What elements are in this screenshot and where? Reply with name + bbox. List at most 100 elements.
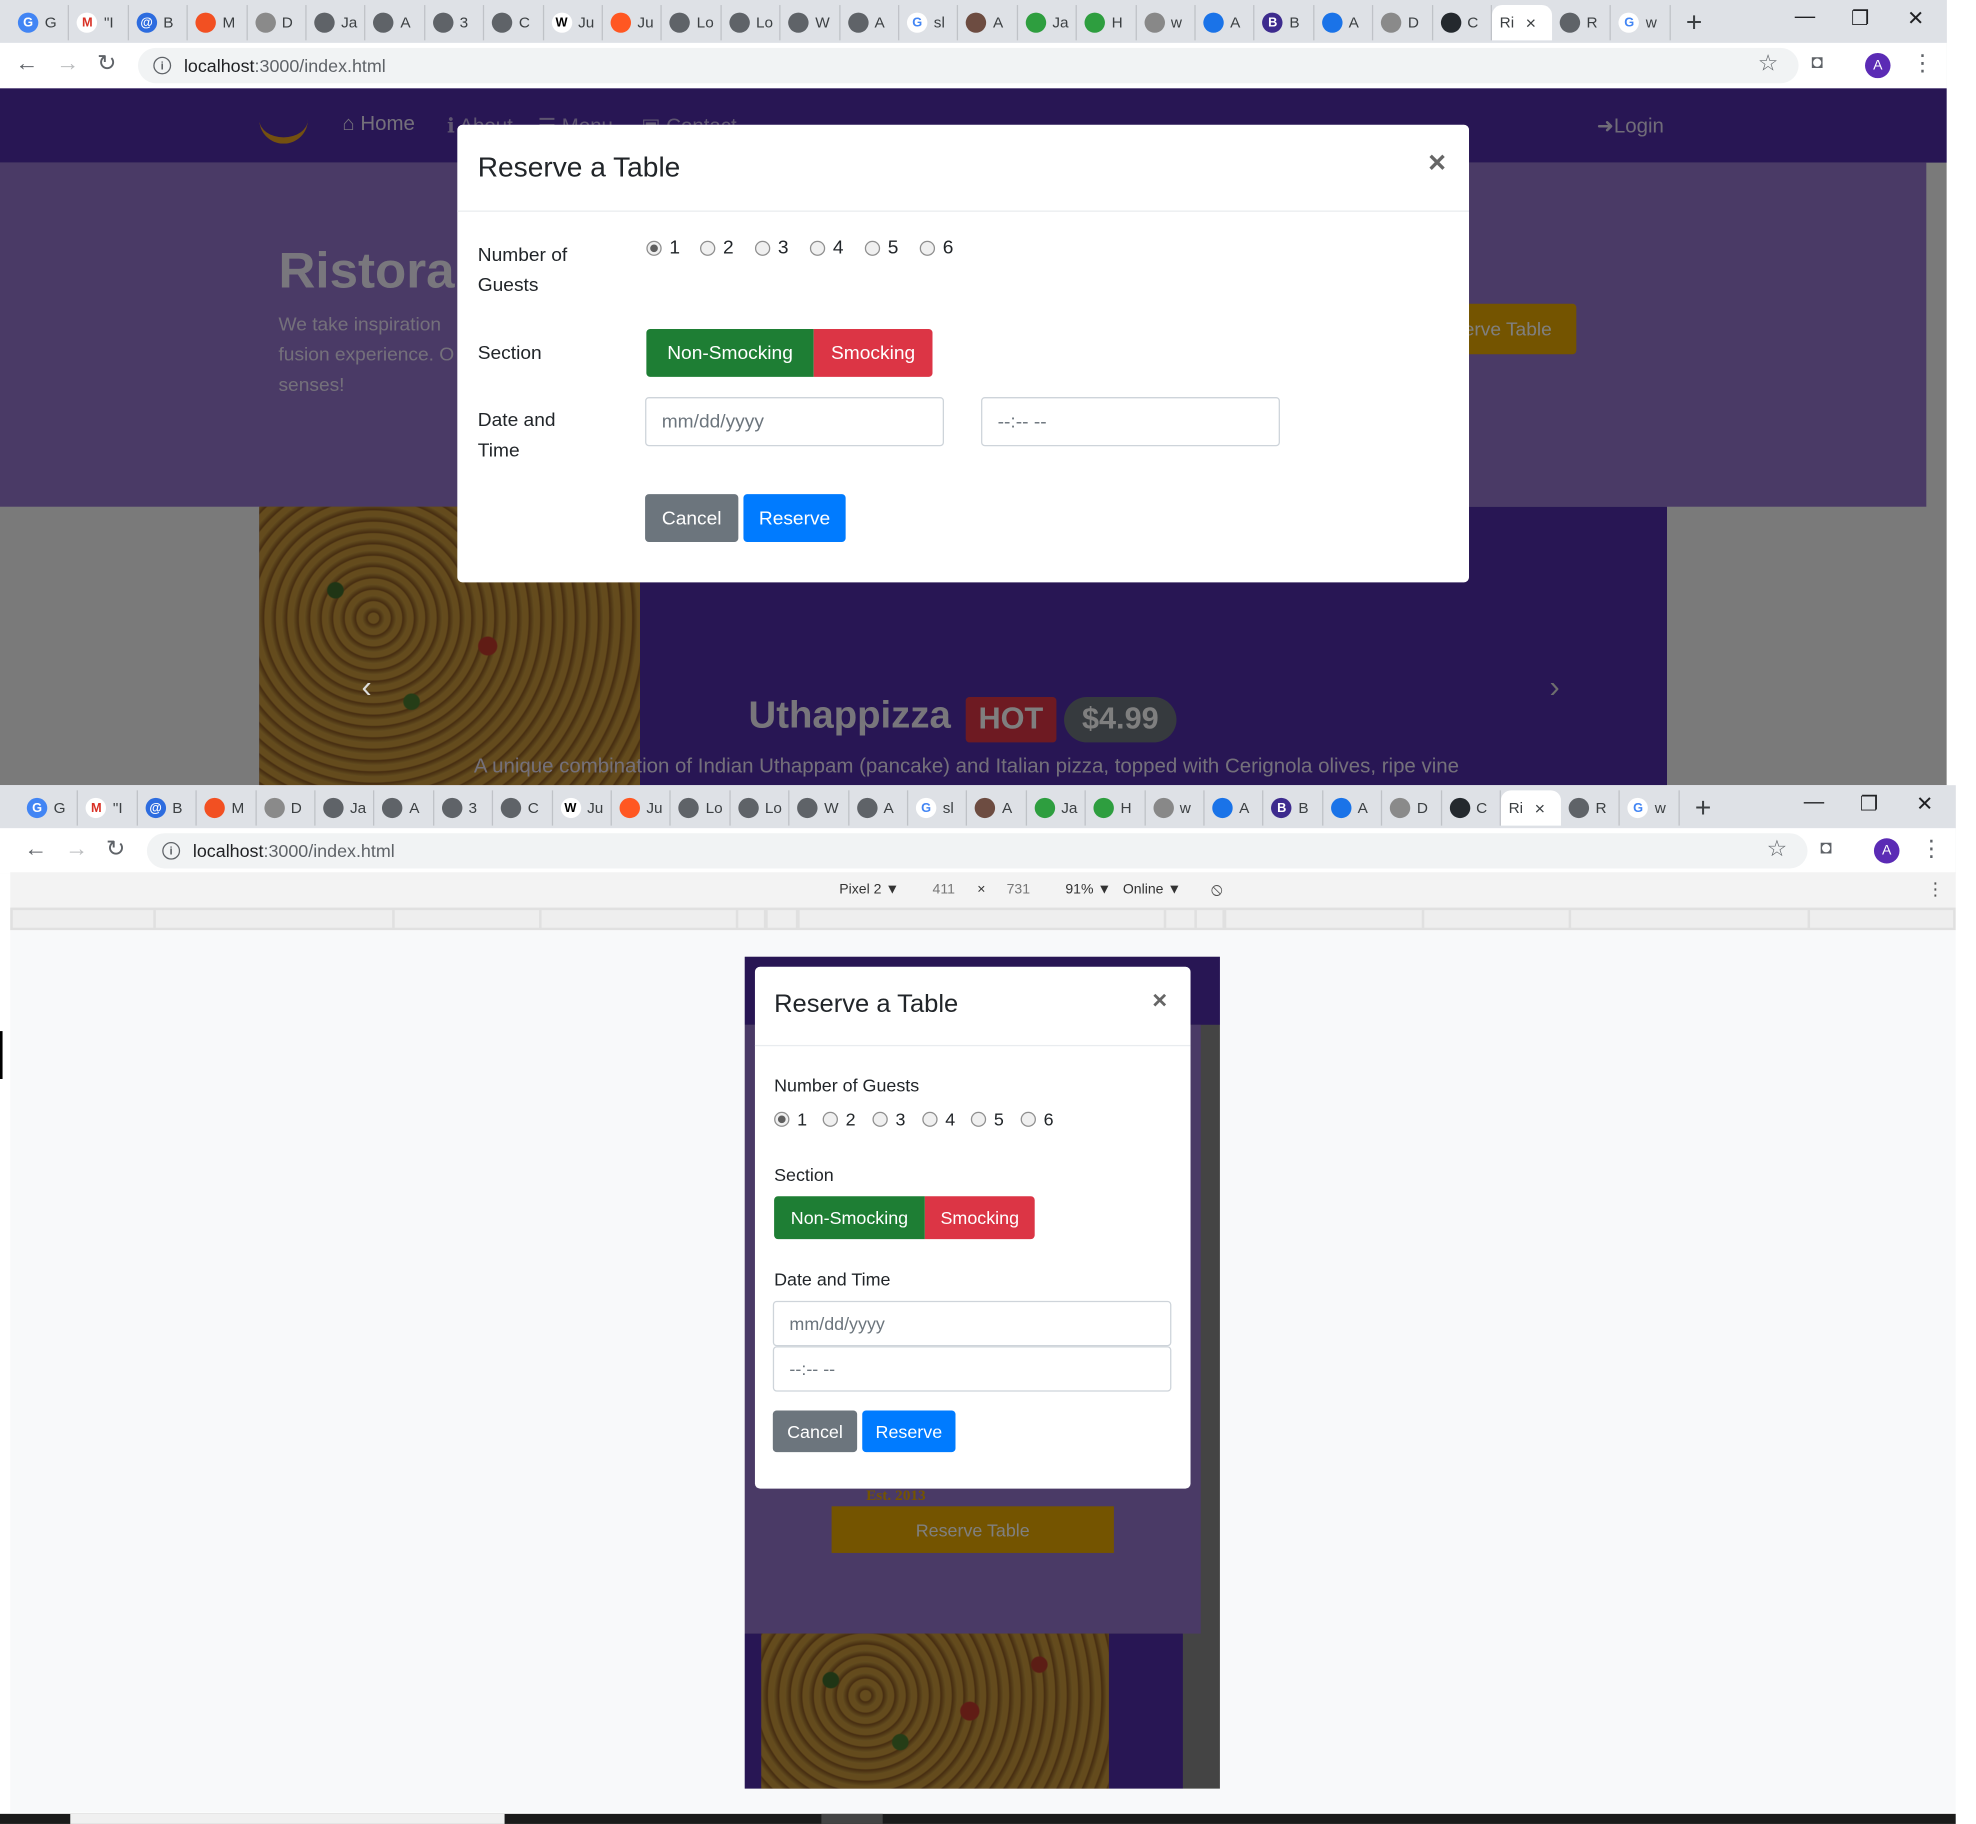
media-query-segment[interactable] (12, 910, 154, 928)
browser-tab[interactable]: A (1323, 790, 1383, 826)
browser-tab[interactable]: M (197, 790, 257, 826)
radio-dot[interactable] (922, 1111, 938, 1127)
browser-tab[interactable]: D (1382, 790, 1442, 826)
media-query-segment[interactable] (1571, 910, 1808, 928)
browser-tab[interactable]: GG (10, 5, 70, 41)
smoking-button[interactable]: Smocking (813, 328, 933, 377)
browser-tab[interactable]: Gsl (899, 5, 959, 41)
browser-tab[interactable]: W (781, 5, 840, 41)
browser-tab[interactable]: H (1077, 5, 1137, 41)
browser-tab[interactable]: w (1136, 5, 1196, 41)
device-width[interactable]: 411 (933, 882, 955, 897)
non-smoking-button[interactable]: Non-Smocking (774, 1196, 925, 1240)
radio-dot[interactable] (646, 240, 662, 256)
window-close-icon[interactable]: ✕ (1916, 792, 1933, 817)
new-tab-icon[interactable]: + (1695, 792, 1711, 825)
browser-tab[interactable]: R (1561, 790, 1621, 826)
new-tab-icon[interactable]: + (1686, 6, 1702, 39)
reload-icon[interactable]: ↻ (97, 50, 116, 76)
cancel-button[interactable]: Cancel (645, 494, 739, 543)
radio-dot[interactable] (872, 1111, 888, 1127)
browser-tab[interactable]: A (366, 5, 426, 41)
browser-tab[interactable]: Lo (671, 790, 731, 826)
site-info-icon[interactable]: i (153, 56, 172, 75)
radio-dot[interactable] (970, 1111, 987, 1127)
browser-tab[interactable]: Gw (1611, 5, 1671, 41)
tab-close-icon[interactable]: × (1535, 798, 1545, 818)
browser-tab[interactable]: Ja (316, 790, 375, 826)
camera-icon[interactable]: ◘ (1820, 837, 1832, 858)
browser-tab[interactable]: BB (1255, 5, 1315, 41)
guest-radio-1[interactable]: 1 (646, 237, 700, 258)
reserve-button[interactable]: Reserve (862, 1410, 956, 1453)
forward-icon[interactable]: → (65, 836, 88, 862)
browser-tab[interactable]: A (840, 5, 900, 41)
menu-kebab-icon[interactable]: ⋮ (1920, 836, 1943, 862)
close-icon[interactable]: × (1152, 987, 1167, 1016)
browser-tab[interactable]: 3 (434, 790, 494, 826)
browser-tab[interactable]: Gw (1620, 790, 1680, 826)
browser-tab[interactable]: A (1314, 5, 1374, 41)
carousel-prev-icon[interactable]: ‹ (362, 671, 372, 706)
browser-tab[interactable]: A (959, 5, 1018, 41)
radio-dot[interactable] (700, 240, 716, 256)
date-input[interactable]: mm/dd/yyyy (772, 1300, 1172, 1347)
browser-tab[interactable]: R (1552, 5, 1612, 41)
browser-tab[interactable]: C (484, 5, 544, 41)
reload-icon[interactable]: ↻ (106, 836, 125, 862)
minimize-icon[interactable]: — (1804, 792, 1824, 815)
browser-tab[interactable]: D (256, 790, 316, 826)
radio-dot[interactable] (809, 240, 826, 256)
bookmark-star-icon[interactable]: ☆ (1758, 50, 1779, 76)
media-query-segment[interactable] (394, 910, 540, 928)
browser-tab[interactable]: GG (19, 790, 79, 826)
profile-avatar[interactable]: A (1873, 838, 1900, 864)
menu-kebab-icon[interactable]: ⋮ (1911, 50, 1934, 76)
browser-tab[interactable]: Lo (730, 790, 790, 826)
browser-tab[interactable]: M "I (78, 790, 138, 826)
device-select[interactable]: Pixel 2 ▼ (839, 882, 899, 897)
guest-radio-2[interactable]: 2 (822, 1109, 873, 1129)
tab-close-icon[interactable]: × (1526, 13, 1536, 33)
browser-tab[interactable]: Lo (721, 5, 781, 41)
radio-dot[interactable] (754, 240, 771, 256)
browser-tab[interactable]: Gsl (908, 790, 968, 826)
browser-tab[interactable]: A (1196, 5, 1255, 41)
address-bar[interactable]: i localhost:3000/index.html (137, 47, 1799, 84)
media-query-segment[interactable] (1196, 910, 1223, 928)
guest-radio-5[interactable]: 5 (864, 237, 920, 258)
browser-tab[interactable]: A (967, 790, 1027, 826)
browser-tab[interactable]: Ju (612, 790, 672, 826)
date-input[interactable]: mm/dd/yyyy (645, 397, 944, 447)
browser-tab[interactable]: C (1433, 5, 1492, 41)
smoking-button[interactable]: Smocking (924, 1196, 1035, 1240)
back-icon[interactable]: ← (24, 836, 47, 862)
time-input[interactable]: --:-- -- (981, 397, 1280, 447)
time-input[interactable]: --:-- -- (772, 1346, 1172, 1392)
media-query-segment[interactable] (1810, 910, 1954, 928)
browser-tab[interactable]: A (849, 790, 909, 826)
guest-radio-4[interactable]: 4 (922, 1109, 971, 1129)
browser-tab[interactable]: Lo (662, 5, 722, 41)
guest-radio-3[interactable]: 3 (872, 1109, 922, 1129)
radio-dot[interactable] (864, 240, 881, 256)
bookmark-star-icon[interactable]: ☆ (1767, 836, 1788, 862)
browser-tab[interactable]: Ju (603, 5, 663, 41)
guest-radio-6[interactable]: 6 (919, 237, 975, 258)
browser-tab[interactable]: D (247, 5, 307, 41)
guest-radio-4[interactable]: 4 (809, 237, 865, 258)
close-icon[interactable]: × (1428, 146, 1446, 181)
camera-icon[interactable]: ◘ (1811, 52, 1823, 73)
zoom-select[interactable]: 91% ▼ (1065, 882, 1111, 897)
address-bar[interactable]: i localhost:3000/index.html (146, 833, 1808, 869)
media-query-segment[interactable] (738, 910, 764, 928)
back-icon[interactable]: ← (15, 50, 38, 76)
taskbar-item[interactable] (70, 1813, 505, 1824)
browser-tab[interactable]: @ B (138, 790, 197, 826)
rotate-icon[interactable]: ⦸ (1211, 879, 1223, 900)
restore-icon[interactable]: ❐ (1860, 792, 1878, 817)
guest-radio-1[interactable]: 1 (774, 1109, 823, 1129)
browser-tab[interactable]: Ri × (1500, 790, 1561, 826)
browser-tab[interactable]: A (375, 790, 435, 826)
guest-radio-5[interactable]: 5 (970, 1109, 1021, 1129)
